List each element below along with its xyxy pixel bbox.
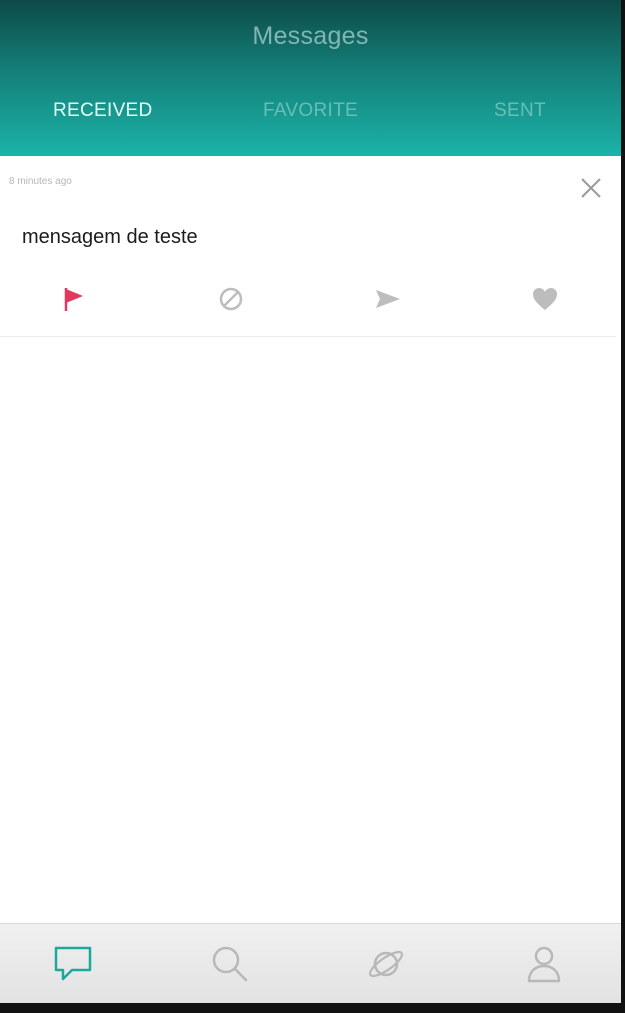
- user-icon[interactable]: [522, 942, 566, 986]
- screen-bottom-edge: [0, 1003, 625, 1013]
- tab-sent[interactable]: SENT: [494, 100, 546, 122]
- chat-bubble-icon[interactable]: [52, 942, 96, 986]
- bottom-nav: [0, 923, 621, 1004]
- planet-icon[interactable]: [364, 942, 408, 986]
- send-icon[interactable]: [373, 284, 403, 314]
- message-text: mensagem de teste: [22, 226, 198, 248]
- message-card[interactable]: 8 minutes ago mensagem de teste: [0, 156, 616, 337]
- message-timestamp: 8 minutes ago: [9, 176, 72, 187]
- flag-icon[interactable]: [58, 284, 88, 314]
- message-list-empty-area: [0, 337, 616, 923]
- close-icon[interactable]: [578, 175, 604, 201]
- heart-icon[interactable]: [530, 284, 560, 314]
- search-icon[interactable]: [208, 942, 252, 986]
- block-icon[interactable]: [216, 284, 246, 314]
- tab-bar: RECEIVED FAVORITE SENT: [0, 100, 621, 140]
- tab-favorite[interactable]: FAVORITE: [263, 100, 358, 122]
- message-actions: [0, 284, 616, 320]
- screen-right-edge: [621, 0, 625, 1013]
- tab-received[interactable]: RECEIVED: [53, 100, 153, 122]
- page-title: Messages: [252, 22, 369, 50]
- header: Messages RECEIVED FAVORITE SENT: [0, 0, 621, 156]
